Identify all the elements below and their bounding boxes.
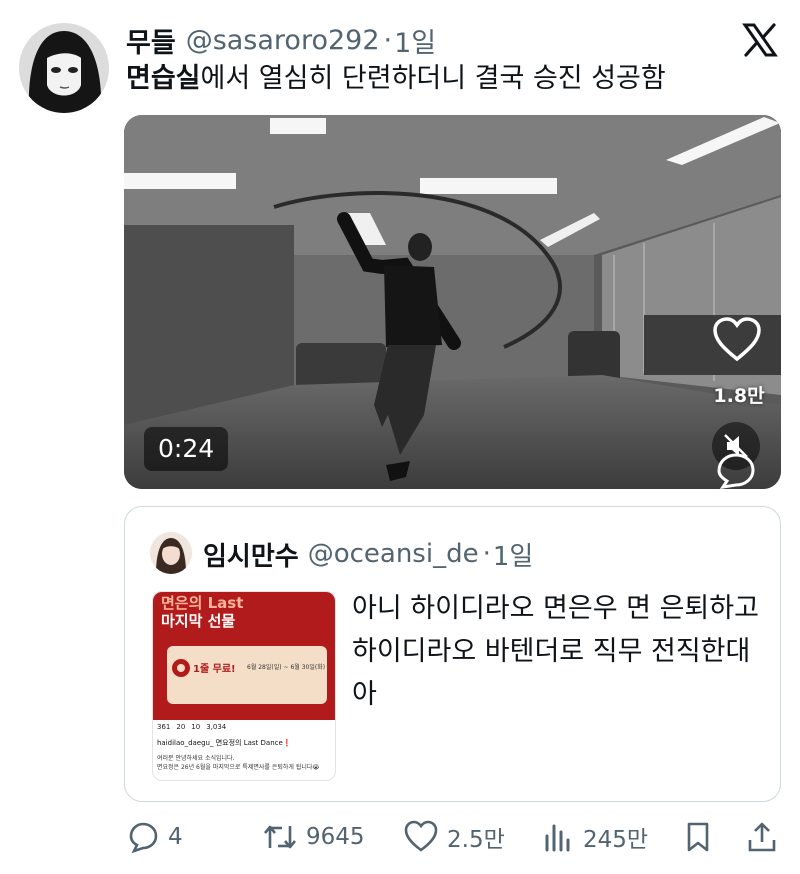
author-avatar[interactable] <box>19 23 109 113</box>
quote-header: 임시만수 @oceansi_de · 1일 <box>203 535 533 573</box>
views-icon <box>545 824 570 852</box>
poster-title-line1: 면은의 Last <box>161 594 244 612</box>
thumb-username: haidilao_daegu_ 면요정의 Last Dance❗ <box>157 739 292 747</box>
thumb-description: 여러분 안녕하세요 소식입니다. 면요정은 26년 6월을 마지막으로 특제면사… <box>157 754 319 772</box>
heart-icon[interactable] <box>712 317 762 363</box>
reply-icon <box>129 822 158 854</box>
quote-image[interactable]: 면은의 Last 마지막 선물 1줄 무료! 6월 28일(일) ~ 6월 30… <box>152 591 336 781</box>
thumb-comments: 20 <box>176 723 186 731</box>
quote-text: 아니 하이디라오 면은우 면 은퇴하고 하이디라오 바텐더로 직무 전직한대 아 <box>352 593 759 710</box>
share-icon <box>748 822 776 852</box>
like-button[interactable]: 2.5만 <box>403 812 505 862</box>
thumb-likes: 361 <box>157 723 171 731</box>
reply-button[interactable]: 4 <box>126 812 183 862</box>
views-count: 245만 <box>583 827 649 853</box>
poster-card-offer: 1줄 무료! <box>193 664 236 675</box>
repost-count: 9645 <box>306 824 365 850</box>
header-separator: · <box>383 24 393 56</box>
poster-card-date: 6월 28일(일) ~ 6월 30일(화) <box>247 664 326 671</box>
poster-logo-icon <box>172 659 190 677</box>
action-bar: 4 9645 2.5만 245만 <box>0 812 800 862</box>
repost-button[interactable]: 9645 <box>262 812 365 862</box>
tweet-text: 면습실에서 열심히 단련하더니 결국 승진 성공함 <box>126 60 666 98</box>
author-name[interactable]: 무들 <box>126 21 176 60</box>
quote-separator: · <box>482 539 491 569</box>
quote-time[interactable]: 1일 <box>493 536 533 573</box>
poster-image: 면은의 Last 마지막 선물 1줄 무료! 6월 28일(일) ~ 6월 30… <box>153 592 335 720</box>
thumb-shares: 3,034 <box>206 723 227 731</box>
poster-title-line2: 마지막 선물 <box>161 612 236 630</box>
tweet-time[interactable]: 1일 <box>394 21 436 60</box>
x-logo-icon[interactable] <box>742 22 778 58</box>
poster-card: 1줄 무료! 6월 28일(일) ~ 6월 30일(화) <box>167 646 327 704</box>
comment-icon[interactable] <box>713 451 759 489</box>
bookmark-button[interactable] <box>684 812 720 862</box>
thumb-desc-line2: 면요정은 26년 6월을 마지막으로 특제면사를 은퇴하게 됩니다😭 <box>157 764 320 771</box>
thumb-stats: 361 20 10 3,034 <box>157 723 226 731</box>
tweet-text-rest: 에서 열심히 단련하더니 결국 승진 성공함 <box>200 63 666 94</box>
bookmark-icon <box>687 822 709 852</box>
author-handle[interactable]: @sasaroro292 <box>186 25 380 56</box>
video-duration: 0:24 <box>144 427 229 471</box>
tweet-text-bold: 면습실 <box>126 63 201 94</box>
like-icon <box>404 820 438 852</box>
repost-icon <box>264 825 296 849</box>
thumb-reposts: 10 <box>191 723 201 731</box>
quoted-tweet[interactable]: 임시만수 @oceansi_de · 1일 면은의 Last 마지막 선물 1줄… <box>124 506 781 802</box>
quote-author-handle[interactable]: @oceansi_de <box>308 539 479 569</box>
quote-author-avatar[interactable] <box>150 532 192 574</box>
share-button[interactable] <box>746 812 786 862</box>
quote-author-name[interactable]: 임시만수 <box>203 536 299 573</box>
views-button[interactable]: 245만 <box>543 812 648 862</box>
like-count: 2.5만 <box>447 827 505 853</box>
poster-title: 면은의 Last 마지막 선물 <box>161 594 243 630</box>
video-like-count: 1.8만 <box>713 385 765 407</box>
video-player[interactable]: 0:24 1.8만 <box>124 115 781 489</box>
reply-count: 4 <box>168 824 183 850</box>
tweet-header: 무들 @sasaroro292 · 1일 <box>126 20 436 60</box>
thumb-desc-line1: 여러분 안녕하세요 소식입니다. <box>157 755 235 762</box>
